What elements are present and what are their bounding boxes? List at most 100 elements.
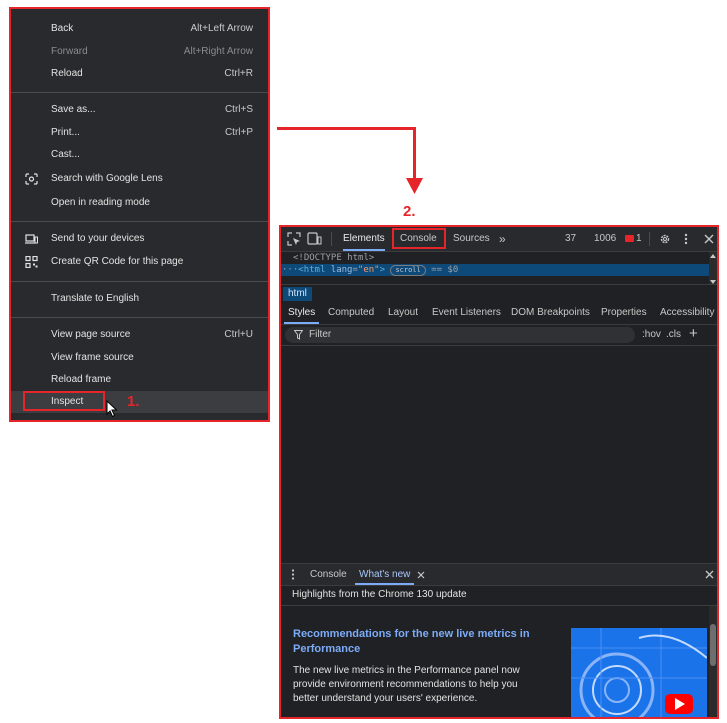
styles-filter-bar: :hov .cls +	[281, 325, 717, 346]
tab-styles[interactable]: Styles	[283, 303, 320, 324]
dom-html-tag: html	[303, 265, 326, 275]
tab-layout[interactable]: Layout	[388, 303, 418, 324]
dom-attr-name: lang	[330, 265, 353, 275]
menu-item-shortcut: Alt+Right Arrow	[183, 46, 253, 57]
tab-computed[interactable]: Computed	[328, 303, 374, 324]
step-2-label: 2.	[403, 203, 416, 220]
menu-item-label: View frame source	[51, 352, 134, 363]
menu-item-label: Create QR Code for this page	[51, 256, 184, 267]
scrollbar-thumb[interactable]	[710, 624, 716, 666]
tab-accessibility[interactable]: Accessibility	[660, 303, 714, 324]
errors-badge[interactable]: 1	[625, 227, 642, 251]
dom-tree: <!DOCTYPE html> ···<html lang="en"> scro…	[281, 252, 717, 287]
device-toolbar-icon[interactable]	[307, 232, 322, 246]
menu-item-label: Print...	[51, 127, 80, 138]
menu-item-shortcut: Ctrl+P	[224, 127, 253, 138]
breadcrumb: html	[281, 284, 717, 304]
highlights-text: Highlights from the Chrome 130 update	[292, 589, 467, 600]
close-drawer-icon[interactable]	[705, 570, 714, 579]
menu-separator	[11, 317, 268, 318]
tab-sources[interactable]: Sources	[453, 227, 490, 251]
menu-item-reload[interactable]: Reload Ctrl+R	[11, 63, 268, 85]
devtools-panel: Elements Console Sources » 37 1006 1 <!D…	[279, 225, 719, 719]
filter-box[interactable]	[285, 327, 635, 343]
live-metrics-illustration	[571, 628, 707, 717]
menu-item-label: Reload frame	[51, 374, 112, 385]
drawer-tab-console[interactable]: Console	[310, 564, 347, 585]
styles-tab-bar: Styles Computed Layout Event Listeners D…	[281, 303, 717, 325]
toolbar-separator	[649, 232, 650, 246]
arrow-line	[277, 127, 416, 130]
tab-dom-breakpoints[interactable]: DOM Breakpoints	[511, 303, 590, 324]
menu-item-label: Search with Google Lens	[51, 173, 163, 184]
menu-item-translate-to-english[interactable]: Translate to English	[11, 288, 268, 310]
drawer-tab-whats-new[interactable]: What's new	[354, 564, 415, 585]
whats-new-scrollbar[interactable]	[709, 606, 717, 717]
menu-item-label: View page source	[51, 329, 131, 340]
menu-item-search-with-google-lens[interactable]: Search with Google Lens	[11, 168, 268, 190]
menu-item-save-as[interactable]: Save as... Ctrl+S	[11, 99, 268, 121]
dom-doctype-line[interactable]: <!DOCTYPE html>	[281, 252, 711, 264]
whats-new-highlights: Highlights from the Chrome 130 update	[281, 585, 717, 606]
close-devtools-icon[interactable]	[704, 234, 714, 244]
dom-doctype: <!DOCTYPE html>	[293, 253, 375, 263]
close-tab-icon[interactable]	[417, 571, 425, 579]
menu-item-shortcut: Ctrl+R	[224, 68, 253, 79]
hov-toggle[interactable]: :hov	[642, 325, 661, 345]
menu-separator	[11, 281, 268, 282]
whats-new-content: Recommendations for the new live metrics…	[281, 606, 717, 717]
filter-icon	[294, 330, 303, 340]
step-1-label: 1.	[127, 393, 140, 410]
tab-elements[interactable]: Elements	[343, 227, 385, 251]
tab-properties[interactable]: Properties	[601, 303, 647, 324]
menu-item-print[interactable]: Print... Ctrl+P	[11, 122, 268, 144]
dom-scrollbar[interactable]	[709, 252, 717, 287]
scroll-badge[interactable]: scroll	[390, 265, 426, 276]
console-highlight-box	[392, 228, 446, 249]
more-options-icon[interactable]	[684, 233, 688, 245]
errors-count: 1	[636, 233, 642, 244]
article-title-link[interactable]: Recommendations for the new live metrics…	[293, 627, 553, 657]
article-description: The new live metrics in the Performance …	[293, 665, 520, 704]
more-tabs-icon[interactable]: »	[499, 227, 506, 251]
inspect-highlight-box	[23, 391, 105, 411]
menu-item-cast[interactable]: Cast...	[11, 144, 268, 166]
warnings-count[interactable]: 37	[565, 227, 576, 251]
menu-item-view-frame-source[interactable]: View frame source	[11, 347, 268, 369]
settings-gear-icon[interactable]	[659, 233, 671, 245]
menu-item-label: Back	[51, 23, 74, 34]
arrow-line	[413, 127, 416, 180]
menu-item-shortcut: Ctrl+U	[224, 329, 253, 340]
messages-count[interactable]: 1006	[594, 227, 616, 251]
menu-item-view-page-source[interactable]: View page source Ctrl+U	[11, 324, 268, 346]
tab-event-listeners[interactable]: Event Listeners	[432, 303, 501, 324]
styles-pane	[281, 346, 717, 562]
inspect-element-icon[interactable]	[287, 232, 301, 246]
devtools-toolbar: Elements Console Sources » 37 1006 1	[281, 227, 717, 252]
drawer-menu-icon[interactable]	[291, 569, 295, 580]
menu-item-shortcut: Ctrl+S	[224, 104, 253, 115]
breadcrumb-html[interactable]: html	[283, 287, 312, 301]
filter-input[interactable]	[309, 327, 609, 343]
browser-context-menu: Back Alt+Left Arrow Forward Alt+Right Ar…	[9, 7, 270, 422]
menu-item-forward[interactable]: Forward Alt+Right Arrow	[11, 41, 268, 63]
menu-item-back[interactable]: Back Alt+Left Arrow	[11, 18, 268, 40]
menu-item-send-to-your-devices[interactable]: Send to your devices	[11, 228, 268, 250]
google-lens-icon	[25, 173, 38, 185]
add-rule-button[interactable]: +	[689, 324, 698, 344]
menu-item-open-in-reading-mode[interactable]: Open in reading mode	[11, 192, 268, 214]
menu-item-reload-frame[interactable]: Reload frame	[11, 369, 268, 391]
menu-separator	[11, 221, 268, 222]
error-icon	[625, 234, 634, 242]
dom-html-line[interactable]: ···<html lang="en"> scroll == $0	[281, 264, 711, 276]
dom-selection-marker: == $0	[431, 265, 459, 275]
toolbar-separator	[331, 232, 332, 246]
cls-toggle[interactable]: .cls	[666, 325, 681, 345]
menu-item-shortcut: Alt+Left Arrow	[190, 23, 253, 34]
video-thumbnail[interactable]	[571, 628, 707, 717]
arrow-down-icon	[406, 178, 423, 194]
menu-item-label: Forward	[51, 46, 88, 57]
menu-item-create-qr-code[interactable]: Create QR Code for this page	[11, 251, 268, 273]
menu-item-label: Reload	[51, 68, 83, 79]
qr-code-icon	[25, 256, 38, 268]
